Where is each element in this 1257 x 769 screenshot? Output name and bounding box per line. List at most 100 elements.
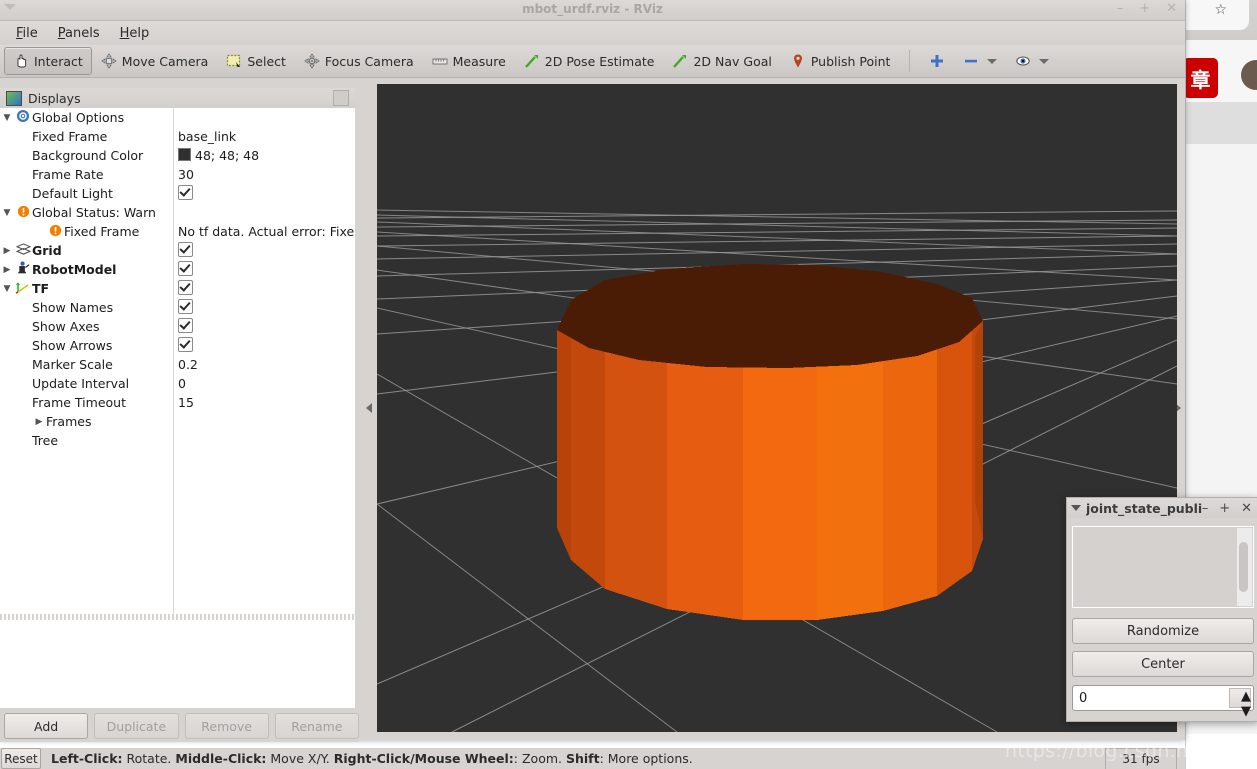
tree-row-marker-scale[interactable]: Marker Scale 0.2 — [0, 355, 355, 374]
expand-arrow-closed-icon[interactable]: ▶ — [0, 246, 14, 256]
tree-row-frame-rate[interactable]: Frame Rate 30 — [0, 165, 355, 184]
tree-row-value[interactable]: 30 — [178, 167, 194, 182]
panel-float-button[interactable] — [333, 90, 349, 106]
tree-row-global-options[interactable]: ▼ Global Options — [0, 108, 355, 127]
tree-row-checkbox[interactable] — [178, 336, 193, 355]
chevron-down-icon[interactable] — [1071, 505, 1081, 511]
tool-2d-nav-goal[interactable]: 2D Nav Goal — [663, 47, 780, 75]
expand-arrow-open-icon[interactable]: ▼ — [0, 113, 14, 123]
tree-row-robotmodel[interactable]: ▶ RobotModel — [0, 260, 355, 279]
tree-row-tf[interactable]: ▼ TF — [0, 279, 355, 298]
chevron-down-icon[interactable] — [1039, 58, 1050, 64]
jsp-scrollbar[interactable] — [1237, 528, 1252, 606]
spinner-down-icon[interactable]: ▼ — [1235, 704, 1251, 719]
tree-row-value[interactable]: 0 — [178, 376, 186, 391]
jsp-value-input[interactable]: 0 ▲ ▼ — [1072, 685, 1254, 719]
expand-arrow-closed-icon[interactable]: ▶ — [0, 265, 14, 275]
expand-arrow-open-icon[interactable]: ▼ — [0, 208, 14, 218]
spinner-up-icon[interactable]: ▲ — [1235, 689, 1251, 704]
tool-2d-pose-estimate[interactable]: 2D Pose Estimate — [515, 47, 664, 75]
tree-row-show-names[interactable]: Show Names — [0, 298, 355, 317]
hint-segment: Rotate. — [122, 751, 176, 766]
rename-button[interactable]: Rename — [274, 713, 359, 739]
jsp-scrollbar-thumb[interactable] — [1239, 542, 1248, 592]
close-button[interactable]: ✕ — [1166, 2, 1177, 16]
remove-button[interactable]: Remove — [184, 713, 269, 739]
center-button[interactable]: Center — [1072, 651, 1254, 677]
bookmark-star-icon[interactable]: ☆ — [1214, 2, 1227, 18]
tree-row-global-status-warn[interactable]: ▼ Global Status: Warn — [0, 203, 355, 222]
tool-label: Interact — [34, 53, 83, 69]
tool-focus-camera[interactable]: Focus Camera — [295, 47, 423, 75]
jsp-close-button[interactable]: ✕ — [1241, 501, 1252, 516]
jsp-spinner[interactable]: ▲ ▼ — [1229, 688, 1251, 719]
tree-row-show-arrows[interactable]: Show Arrows — [0, 336, 355, 355]
tree-row-frames[interactable]: ▶ Frames — [0, 412, 355, 431]
menu-help[interactable]: Help — [110, 24, 160, 43]
tree-row-label: Frames — [46, 414, 92, 429]
maximize-button[interactable]: + — [1139, 2, 1150, 16]
menubar: FFileile Panels Help — [0, 21, 1185, 45]
tool-add-display[interactable] — [920, 47, 954, 75]
jsp-titlebar[interactable]: joint_state_publis – + ✕ — [1067, 498, 1257, 518]
tree-row-checkbox[interactable] — [178, 241, 193, 260]
tree-row-fixed-frame[interactable]: Fixed Frame base_link — [0, 127, 355, 146]
tree-row-show-axes[interactable]: Show Axes — [0, 317, 355, 336]
tree-row-value[interactable]: 15 — [178, 395, 194, 410]
tree-row-fixed-frame[interactable]: Fixed Frame No tf data. Actual error: Fix… — [0, 222, 355, 241]
displays-panel: Displays ▼ Global Options Fixed Frame base_… — [0, 88, 359, 742]
tool-label: Measure — [452, 53, 506, 69]
chevron-down-icon[interactable] — [987, 58, 998, 64]
randomize-button[interactable]: Randomize — [1072, 618, 1254, 644]
left-panel-collapse-handle[interactable] — [362, 84, 376, 732]
status-bar: Reset Left-Click: Rotate. Middle-Click: … — [0, 748, 1185, 769]
tool-publish-point[interactable]: Publish Point — [781, 47, 900, 75]
tree-row-checkbox[interactable] — [178, 298, 193, 317]
tree-row-background-color[interactable]: Background Color 48; 48; 48 — [0, 146, 355, 165]
tree-row-checkbox[interactable] — [178, 279, 193, 298]
expand-arrow-closed-icon[interactable]: ▶ — [32, 417, 46, 427]
reset-button[interactable]: Reset — [1, 748, 41, 769]
jsp-minimize-button[interactable]: – — [1202, 501, 1209, 516]
add-button[interactable]: Add — [4, 713, 89, 739]
jsp-window-controls: – + ✕ — [1202, 501, 1254, 516]
tree-row-checkbox[interactable] — [178, 260, 193, 279]
tree-row-label: RobotModel — [32, 262, 117, 277]
jsp-joint-list[interactable] — [1072, 526, 1254, 608]
menu-panels[interactable]: Panels — [48, 24, 110, 43]
tree-row-tree[interactable]: Tree — [0, 431, 355, 450]
tf-axes-icon — [14, 280, 32, 297]
render-view-3d[interactable] — [377, 84, 1177, 732]
jsp-value-text: 0 — [1079, 690, 1088, 706]
mouse-hint-text: Left-Click: Rotate. Middle-Click: Move X… — [51, 751, 693, 766]
rviz-window: mbot_urdf.rviz - RViz – + ✕ FFileile Pan… — [0, 0, 1185, 769]
gear-icon — [14, 109, 32, 126]
tool-move-camera[interactable]: Move Camera — [92, 47, 218, 75]
tree-row-label: Frame Rate — [32, 167, 104, 182]
tree-row-grid[interactable]: ▶ Grid — [0, 241, 355, 260]
jsp-maximize-button[interactable]: + — [1219, 501, 1230, 516]
tree-row-label: Fixed Frame — [32, 129, 108, 144]
tree-row-label: Update Interval — [32, 376, 130, 391]
tree-row-value[interactable]: 0.2 — [178, 357, 198, 372]
tree-row-value[interactable]: No tf data. Actual error: Fixe… — [178, 224, 355, 239]
tool-measure[interactable]: Measure — [423, 47, 515, 75]
tree-row-default-light[interactable]: Default Light — [0, 184, 355, 203]
tree-row-value[interactable]: 48; 48; 48 — [178, 148, 259, 163]
duplicate-button[interactable]: Duplicate — [94, 713, 179, 739]
tree-row-update-interval[interactable]: Update Interval 0 — [0, 374, 355, 393]
grid-icon — [14, 242, 32, 259]
minus-icon — [963, 53, 979, 69]
tool-remove-display[interactable] — [954, 47, 1006, 75]
tree-row-checkbox[interactable] — [178, 317, 193, 336]
tree-row-frame-timeout[interactable]: Frame Timeout 15 — [0, 393, 355, 412]
tree-row-value[interactable]: base_link — [178, 129, 236, 144]
tool-select[interactable]: Select — [217, 47, 295, 75]
menu-file[interactable]: FFileile — [6, 24, 48, 43]
nav-goal-arrow-icon — [672, 53, 688, 69]
expand-arrow-open-icon[interactable]: ▼ — [0, 284, 14, 294]
tool-interact[interactable]: Interact — [4, 47, 92, 75]
minimize-button[interactable]: – — [1117, 2, 1124, 16]
tree-row-checkbox[interactable] — [178, 184, 193, 203]
tool-visibility[interactable] — [1006, 47, 1058, 75]
